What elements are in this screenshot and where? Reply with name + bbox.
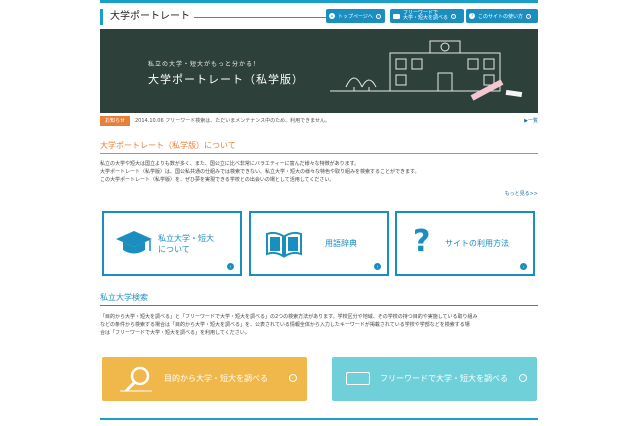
site-title[interactable]: 大学ポートレート	[100, 9, 190, 25]
search-by-purpose-button[interactable]: 目的から大学・短大を調べる ›	[102, 357, 307, 401]
card-about-label: 私立大学・短大 について	[158, 233, 214, 254]
search-by-freeword-button[interactable]: フリーワードで大学・短大を調べる ›	[332, 357, 537, 401]
about-title: 大学ポートレート（私学版）について	[100, 141, 236, 150]
book-icon	[266, 231, 302, 258]
top-page-label: トップページへ	[338, 13, 373, 20]
title-underline	[194, 17, 329, 18]
about-line: 私立の大学や短大は国立よりも数が多く、また、国公立に比べ非常にバラエティーに富ん…	[100, 161, 360, 167]
arrow-right-icon: ›	[519, 374, 527, 382]
card-glossary[interactable]: 用語辞典 ›	[249, 211, 389, 276]
search-by-freeword-label: フリーワードで大学・短大を調べる	[380, 374, 508, 383]
home-icon: ⌂	[329, 13, 335, 19]
search-line: 「目的から大学・短大を調べる」と「フリーワードで大学・短大を調べる」の2つの検索…	[100, 314, 478, 320]
header: 大学ポートレート ⌂ トップページへ › フリーワードで 大学・短大を調べる ›…	[100, 9, 538, 25]
search-box-icon	[346, 372, 370, 385]
tree-drawing	[345, 77, 363, 91]
arrow-right-icon: ›	[451, 13, 457, 19]
arrow-right-icon: ›	[374, 263, 381, 270]
card-about-private-universities[interactable]: 私立大学・短大 について ›	[102, 211, 242, 276]
news-bar: お知らせ 2014.10.06 フリーワード検索は、ただいまメンテナンス中のため…	[100, 116, 538, 127]
card-site-usage[interactable]: ? サイトの利用方法 ›	[395, 211, 535, 276]
page: 大学ポートレート ⌂ トップページへ › フリーワードで 大学・短大を調べる ›…	[0, 0, 640, 426]
hero-banner: 私立の大学・短大がもっと分かる！ 大学ポートレート（私学版）	[100, 29, 538, 113]
search-by-purpose-label: 目的から大学・短大を調べる	[164, 374, 268, 383]
top-accent-line	[100, 0, 538, 3]
arrow-right-icon: ›	[289, 374, 297, 382]
arrow-right-icon: ›	[520, 263, 527, 270]
arrow-right-icon: ›	[375, 13, 381, 19]
magnifier-icon	[120, 366, 152, 393]
news-badge: お知らせ	[100, 116, 130, 126]
arrow-right-icon: ›	[227, 263, 234, 270]
about-line: この大学ポートレート（私学版）を、ぜひ夢を実現できる学校との出会いの場として活用…	[100, 177, 335, 183]
about-divider	[100, 153, 538, 154]
news-text: 2014.10.06 フリーワード検索は、ただいまメンテナンス中のため、利用でき…	[135, 118, 330, 124]
card-site-usage-label: サイトの利用方法	[445, 239, 509, 248]
free-word-search-label: フリーワードで 大学・短大を調べる	[403, 10, 449, 21]
card-glossary-label: 用語辞典	[325, 239, 357, 248]
free-word-search-button[interactable]: フリーワードで 大学・短大を調べる ›	[390, 9, 464, 23]
more-link[interactable]: もっと見る>>	[505, 190, 538, 197]
about-line: 大学ポートレート（私学版）は、国公私共通の仕組みでは検索できない、私立大学・短大…	[100, 169, 420, 175]
chalk-drawing	[470, 79, 504, 101]
search-box-icon	[393, 13, 400, 19]
news-list-link[interactable]: ▶一覧	[524, 116, 538, 126]
arrow-right-icon: ›	[526, 13, 532, 19]
search-section-title: 私立大学検索	[100, 293, 148, 302]
bottom-accent-line	[100, 418, 538, 420]
question-mark-icon: ?	[413, 224, 431, 259]
site-guide-label: このサイトの使い方	[478, 13, 524, 20]
about-text: 私立の大学や短大は国立よりも数が多く、また、国公立に比べ非常にバラエティーに富ん…	[100, 160, 538, 184]
top-page-button[interactable]: ⌂ トップページへ ›	[326, 9, 385, 23]
hero-subtitle: 私立の大学・短大がもっと分かる！	[148, 61, 261, 68]
hero-title: 大学ポートレート（私学版）	[148, 73, 304, 86]
search-line: 合は「フリーワードで大学・短大を調べる」を利用してください。	[100, 330, 250, 336]
site-guide-button[interactable]: ? このサイトの使い方 ›	[466, 9, 538, 23]
graduation-cap-icon	[116, 231, 152, 254]
question-icon: ?	[469, 13, 475, 19]
search-text: 「目的から大学・短大を調べる」と「フリーワードで大学・短大を調べる」の2つの検索…	[100, 313, 538, 337]
search-line: などの条件から検索する場合は「目的から大学・短大を調べる」を、公表されている情報…	[100, 322, 470, 328]
search-divider	[100, 305, 538, 306]
